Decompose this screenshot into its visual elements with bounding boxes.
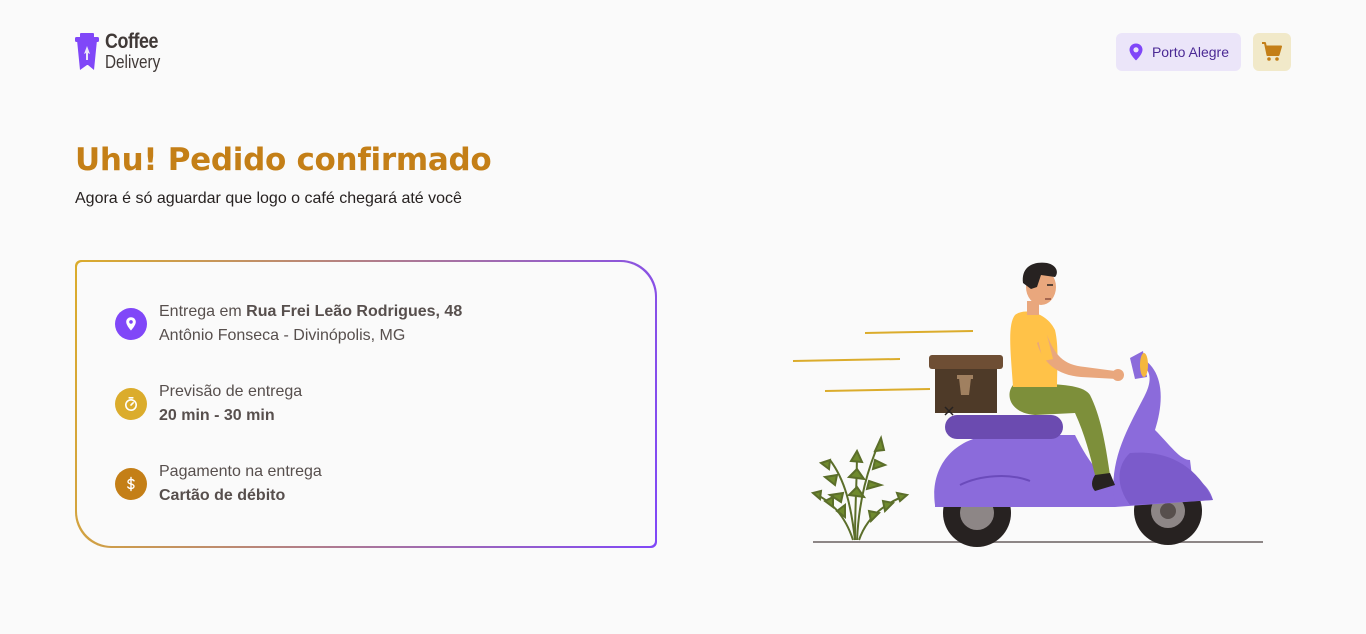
timer-icon [125, 397, 137, 411]
payment-label: Pagamento na entrega [159, 463, 322, 480]
header: Coffee Delivery Porto Alegre [75, 30, 1291, 74]
page-title: Uhu! Pedido confirmado [75, 142, 492, 178]
payment-value: Cartão de débito [159, 487, 286, 504]
map-pin-icon [1129, 43, 1143, 61]
location-label: Porto Alegre [1151, 44, 1229, 60]
address-district: Antônio Fonseca - Divinópolis, MG [159, 327, 406, 344]
location-badge[interactable]: Porto Alegre [1115, 33, 1241, 71]
shopping-cart-icon [1262, 42, 1282, 61]
logo-line-2: Delivery [105, 52, 161, 72]
address-prefix: Entrega em [159, 303, 247, 320]
delivery-scooter-illustration [792, 262, 1263, 547]
order-info-card: Entrega em Rua Frei Leão Rodrigues, 48 A… [75, 260, 657, 548]
address-street: Rua Frei Leão Rodrigues, 48 [246, 303, 463, 320]
plant [810, 435, 910, 541]
currency-dollar-icon [127, 476, 135, 492]
logo[interactable]: Coffee Delivery [75, 30, 170, 72]
delivery-time-value: 20 min - 30 min [159, 407, 275, 424]
address-icon-badge [115, 308, 147, 340]
cart-button[interactable] [1253, 33, 1291, 71]
currency-icon-badge [115, 468, 147, 500]
delivery-time-label: Previsão de entrega [159, 383, 303, 400]
page-subtitle: Agora é só aguardar que logo o café cheg… [75, 190, 462, 207]
logo-line-1: Coffee [105, 30, 158, 53]
delivery-time-row: Previsão de entrega 20 min - 30 min [115, 380, 302, 428]
timer-icon-badge [115, 388, 147, 420]
delivery-address-row: Entrega em Rua Frei Leão Rodrigues, 48 A… [115, 300, 462, 348]
coffee-cup-logo-icon [75, 33, 99, 70]
payment-row: Pagamento na entrega Cartão de débito [115, 460, 322, 508]
map-pin-icon [126, 317, 136, 331]
